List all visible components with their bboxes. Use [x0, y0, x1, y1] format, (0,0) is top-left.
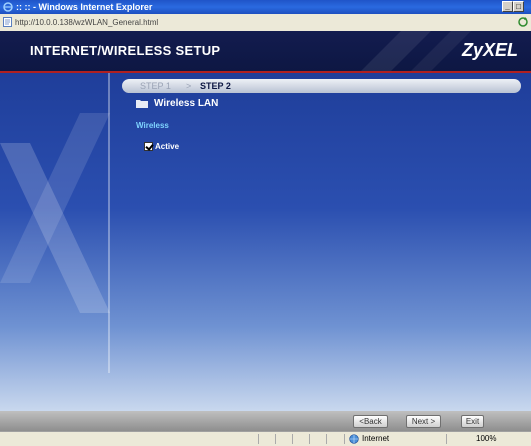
status-pane-divider [446, 434, 447, 444]
maximize-button[interactable]: □ [513, 1, 524, 12]
zyxel-logo: ZyXEL [461, 40, 518, 60]
ie-icon [3, 2, 13, 12]
window-titlebar: :: :: - Windows Internet Explorer _ □ [0, 0, 531, 14]
step-2-label: STEP 2 [200, 81, 231, 91]
folder-icon [136, 100, 148, 109]
zoom-level[interactable]: 100% [476, 432, 496, 445]
header-swoosh-graphic [361, 31, 471, 71]
status-bar: Internet 100% [0, 431, 531, 446]
status-pane-divider [344, 434, 345, 444]
refresh-icon[interactable] [517, 16, 529, 28]
window-title: :: :: - Windows Internet Explorer [16, 2, 153, 12]
divider-line [108, 73, 110, 373]
status-pane-divider [258, 434, 259, 444]
active-checkbox[interactable] [144, 142, 153, 152]
wizard-button-bar: <Back Next > Exit [0, 411, 531, 431]
back-button[interactable]: <Back [353, 415, 388, 428]
section-heading: Wireless LAN [136, 97, 218, 111]
globe-icon [349, 434, 359, 444]
address-bar[interactable]: http://10.0.0.138/wzWLAN_General.html [0, 14, 531, 32]
active-label: Active [155, 142, 180, 151]
security-zone: Internet [362, 434, 390, 443]
section-subtitle: Wireless [136, 121, 169, 130]
status-pane-divider [309, 434, 310, 444]
step-1-label: STEP 1 [140, 81, 171, 91]
section-title: Wireless LAN [154, 98, 219, 109]
active-option[interactable]: Active [144, 141, 179, 152]
decorative-x-graphic [0, 113, 110, 313]
page-header: INTERNET/WIRELESS SETUP ZyXEL [0, 31, 531, 73]
minimize-button[interactable]: _ [502, 1, 513, 12]
step-separator: > [186, 81, 192, 91]
status-pane-divider [275, 434, 276, 444]
wizard-content: STEP 1 > STEP 2 Wireless LAN Wireless Ac… [0, 73, 531, 411]
next-button[interactable]: Next > [406, 415, 441, 428]
exit-button[interactable]: Exit [461, 415, 484, 428]
step-indicator: STEP 1 > STEP 2 [122, 79, 521, 93]
url-text: http://10.0.0.138/wzWLAN_General.html [15, 18, 159, 27]
status-pane-divider [292, 434, 293, 444]
page-title: INTERNET/WIRELESS SETUP [30, 43, 221, 58]
page-icon [3, 17, 12, 27]
status-pane-divider [326, 434, 327, 444]
